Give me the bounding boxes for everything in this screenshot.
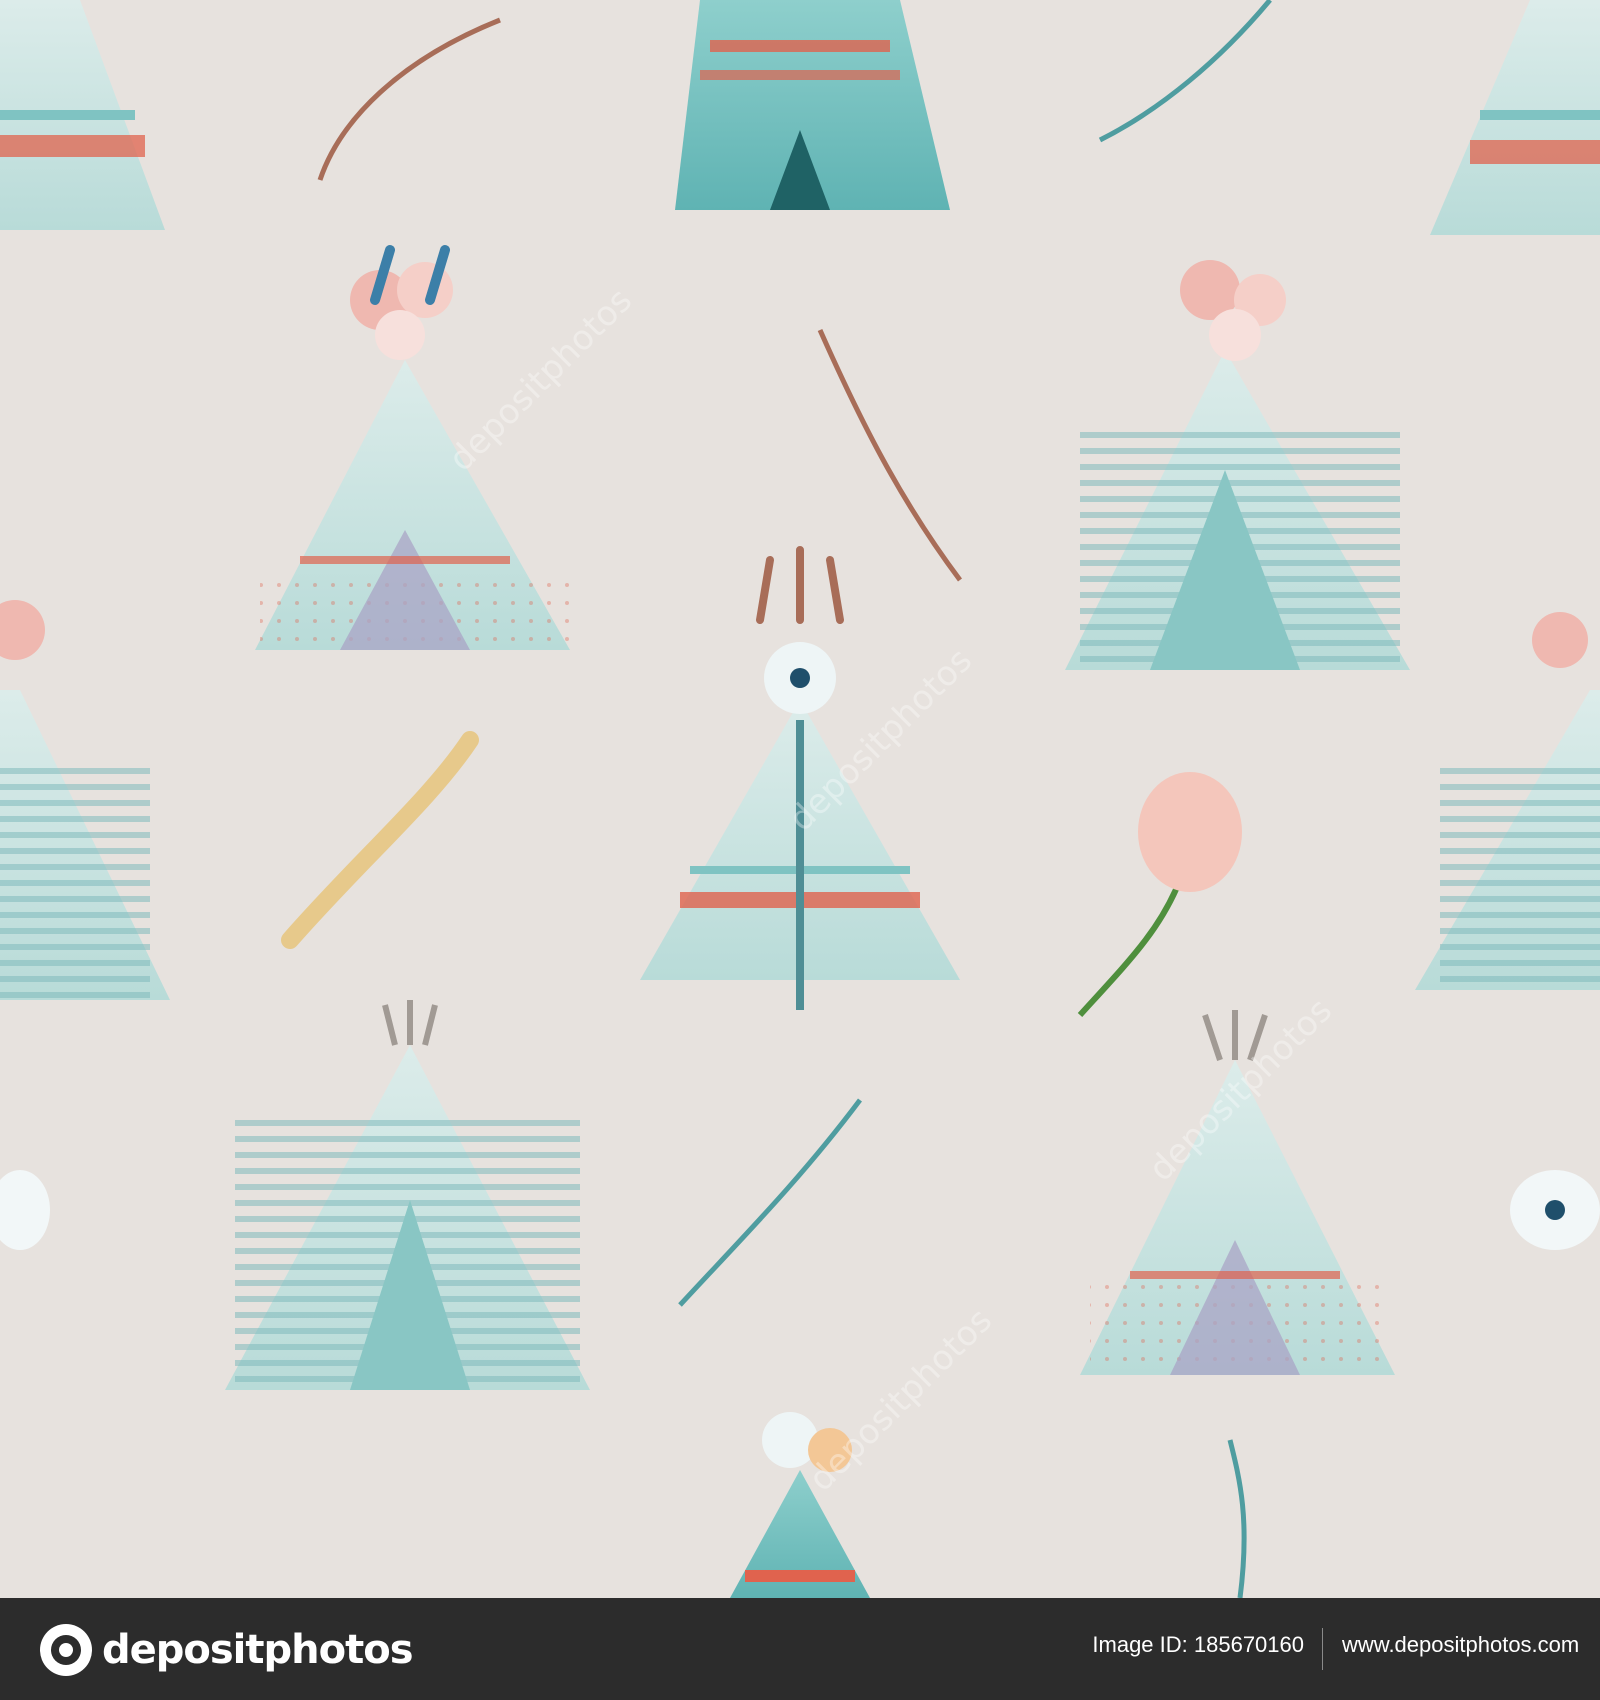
site-link[interactable]: www.depositphotos.com (1342, 1632, 1579, 1658)
footer-bar: depositphotos Image ID: 185670160 www.de… (0, 1598, 1600, 1700)
teepee-bottom-left (225, 1000, 590, 1390)
brand-logo[interactable]: depositphotos (40, 1622, 414, 1678)
teepee-right-edge (1415, 612, 1600, 990)
teepee-top-right (1430, 0, 1600, 235)
teepee-top-left (0, 0, 165, 230)
teepee-floral-left (255, 245, 570, 650)
teepee-left-edge (0, 600, 170, 1000)
teepee-center (640, 546, 960, 1010)
footer-divider (1322, 1628, 1323, 1670)
teepee-aztec-right (1065, 260, 1410, 670)
teepee-dark-top (675, 0, 950, 210)
stock-image: depositphotos depositphotos depositphoto… (0, 0, 1600, 1700)
camera-logo-icon (40, 1624, 92, 1676)
brand-name: depositphotos (102, 1627, 414, 1673)
image-id-label: Image ID: 185670160 (1092, 1632, 1304, 1657)
